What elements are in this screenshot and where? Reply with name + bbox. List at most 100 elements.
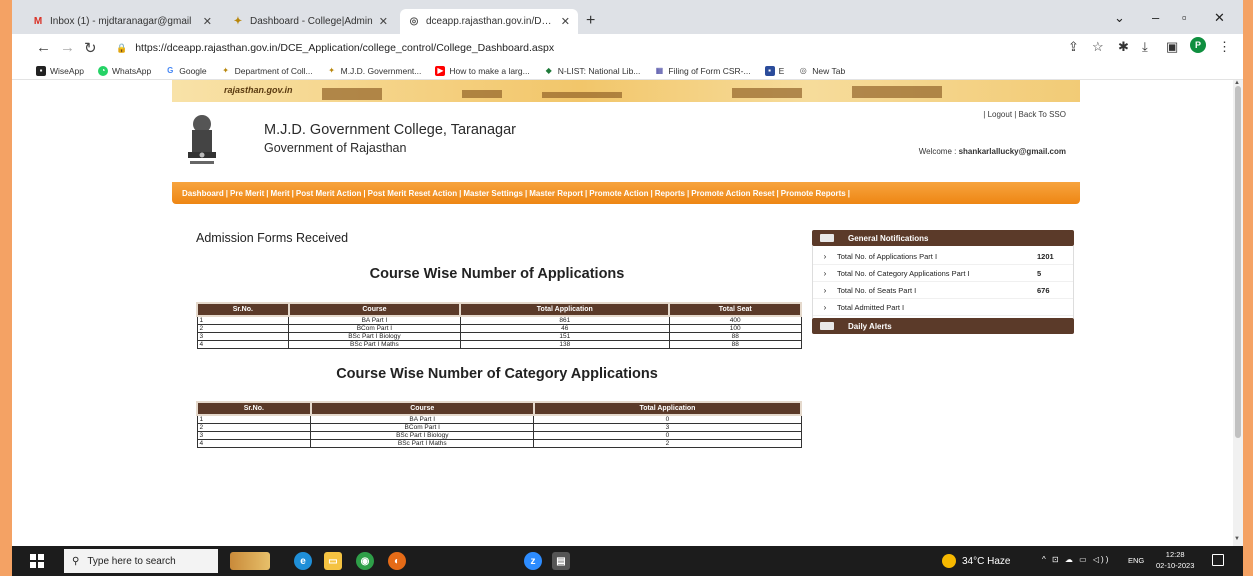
menu-item-post-merit-action[interactable]: Post Merit Action <box>296 189 361 198</box>
menu-item-promote-action[interactable]: Promote Action <box>589 189 648 198</box>
share-icon[interactable]: ⇪ <box>1068 39 1079 55</box>
cell: 100 <box>668 324 802 333</box>
menu-item-dashboard[interactable]: Dashboard <box>182 189 224 198</box>
list-item: › Total No. of Applications Part I 1201 <box>813 248 1073 265</box>
sidepanel-icon[interactable]: ▣ <box>1166 39 1178 55</box>
windows-start-icon[interactable] <box>30 554 44 568</box>
menu-item-master-report[interactable]: Master Report <box>529 189 583 198</box>
app-icon[interactable]: ▤ <box>552 552 570 570</box>
download-icon[interactable]: ⤓ <box>1142 39 1148 55</box>
close-icon[interactable]: ✕ <box>203 15 212 28</box>
zoom-icon[interactable]: z <box>524 552 542 570</box>
forward-button[interactable]: → <box>60 39 75 56</box>
table-header: Sr.No. <box>196 401 312 416</box>
screen: M Inbox (1) - mjdtaranagar@gmail ✕ ✦ Das… <box>12 0 1243 576</box>
bookmark-item[interactable]: ✦ M.J.D. Government... <box>327 65 422 76</box>
cell: 4 <box>196 439 312 448</box>
back-button[interactable]: ← <box>36 39 51 56</box>
bookmark-star-icon[interactable]: ☆ <box>1092 39 1104 55</box>
emblem-icon: ✦ <box>222 66 229 75</box>
bookmark-label: How to make a larg... <box>449 65 530 76</box>
logout-links[interactable]: | Logout | Back To SSO <box>983 110 1066 119</box>
welcome-text: Welcome : shankarlallucky@gmail.com <box>919 147 1066 156</box>
tab-search-icon[interactable]: ⌄ <box>1114 10 1125 26</box>
arrow-right-icon: › <box>823 285 827 295</box>
skyline-decoration <box>322 88 382 100</box>
bookmark-label: M.J.D. Government... <box>340 65 422 76</box>
tab-gmail[interactable]: M Inbox (1) - mjdtaranagar@gmail ✕ <box>24 9 220 34</box>
daily-alerts-header: Daily Alerts <box>812 318 1074 334</box>
menu-item-post-merit-reset-action[interactable]: Post Merit Reset Action <box>368 189 458 198</box>
globe-icon: ◎ <box>409 16 419 27</box>
menu-item-pre-merit[interactable]: Pre Merit <box>230 189 264 198</box>
file-explorer-icon[interactable]: ▭ <box>324 552 342 570</box>
bookmark-item[interactable]: ▪ E <box>764 65 785 76</box>
minimize-button[interactable]: – <box>1152 10 1159 25</box>
menu-item-master-settings[interactable]: Master Settings <box>463 189 523 198</box>
site-header: M.J.D. Government College, Taranagar Gov… <box>172 102 1080 182</box>
notification-center-icon[interactable] <box>1212 554 1224 566</box>
cell: 2 <box>533 439 802 448</box>
tab-dashboard[interactable]: ✦ Dashboard - College|Admin ✕ <box>224 9 396 34</box>
edge-icon[interactable]: e <box>294 552 312 570</box>
menu-item-merit[interactable]: Merit <box>271 189 290 198</box>
address-bar[interactable]: 🔒 https://dceapp.rajasthan.gov.in/DCE_Ap… <box>116 37 1056 59</box>
search-icon: ⚲ <box>72 555 80 567</box>
reload-button[interactable]: ↻ <box>84 39 97 57</box>
list-item: › Total No. of Seats Part I 676 <box>813 282 1073 299</box>
cell: 3 <box>533 423 802 432</box>
tab-dceapp[interactable]: ◎ dceapp.rajasthan.gov.in/DCE_A ✕ <box>400 9 578 34</box>
bookmark-item[interactable]: G Google <box>165 66 207 76</box>
system-tray-icons[interactable]: ^ ⊡ ☁ ▭ ◁)) <box>1042 555 1110 564</box>
widgets-icon[interactable] <box>230 552 270 570</box>
menu-dots-icon[interactable]: ⋮ <box>1218 39 1231 55</box>
extensions-icon[interactable]: ✱ <box>1118 39 1129 55</box>
bookmark-item[interactable]: ▪ WiseApp <box>36 65 84 76</box>
bookmark-label: E <box>778 65 785 76</box>
bookmark-item[interactable]: ✦ Department of Coll... <box>221 66 312 76</box>
cell: 0 <box>533 414 802 424</box>
bookmark-item[interactable]: ◆ N-LIST: National Lib... <box>544 66 641 76</box>
cell: 2 <box>196 324 290 333</box>
page-scrollbar[interactable]: ▲ ▼ <box>1233 80 1243 546</box>
profile-avatar[interactable]: P <box>1190 37 1206 53</box>
banner-text: rajasthan.gov.in <box>224 85 293 95</box>
page-viewport: rajasthan.gov.in M.J.D. Government Colle… <box>12 80 1243 546</box>
menu-item-promote-action-reset[interactable]: Promote Action Reset <box>691 189 774 198</box>
menu-item-promote-reports[interactable]: Promote Reports <box>781 189 846 198</box>
menu-item-reports[interactable]: Reports <box>655 189 685 198</box>
close-window-button[interactable]: ✕ <box>1214 10 1225 26</box>
close-icon[interactable]: ✕ <box>379 15 388 28</box>
cell: BSc Part I Maths <box>288 340 461 349</box>
scroll-down-icon[interactable]: ▼ <box>1234 536 1240 542</box>
weather-widget[interactable]: 34°C Haze <box>942 554 1010 568</box>
clock[interactable]: 12:28 02-10-2023 <box>1156 549 1194 571</box>
cell: 88 <box>668 340 802 349</box>
cell: BSc Part I Biology <box>288 332 461 341</box>
notifications-panel: General Notifications › Total No. of Appl… <box>812 230 1074 334</box>
bookmark-item[interactable]: ◔ WhatsApp <box>98 65 151 76</box>
maximize-button[interactable]: ▫ <box>1182 10 1187 25</box>
banner: rajasthan.gov.in <box>172 80 1080 102</box>
firefox-icon[interactable]: ◐ <box>388 552 406 570</box>
clock-date: 02-10-2023 <box>1156 561 1195 570</box>
table-row: 1 BA Part I 861 400 <box>196 315 802 325</box>
menu-sep: | <box>776 188 779 198</box>
cell: 151 <box>459 332 670 341</box>
taskbar-search[interactable]: ⚲ Type here to search <box>64 549 218 573</box>
notifications-list: › Total No. of Applications Part I 1201 › T… <box>812 246 1074 318</box>
cell: BCom Part I <box>288 324 461 333</box>
list-item: › Total No. of Category Applications Part… <box>813 265 1073 282</box>
bookmark-item[interactable]: ▦ Filing of Form CSR-... <box>654 66 751 76</box>
menu-sep: | <box>363 188 366 198</box>
bookmark-item[interactable]: ◎ New Tab <box>798 66 845 76</box>
cell: 400 <box>668 315 802 325</box>
chrome-icon[interactable]: ◉ <box>356 552 374 570</box>
welcome-label: Welcome : <box>918 147 957 156</box>
scroll-thumb[interactable] <box>1235 86 1241 438</box>
bookmark-item[interactable]: ▶ How to make a larg... <box>435 65 530 76</box>
language-indicator[interactable]: ENG <box>1128 556 1144 565</box>
cell: 46 <box>459 324 670 333</box>
close-icon[interactable]: ✕ <box>561 15 570 28</box>
new-tab-button[interactable]: + <box>586 12 595 30</box>
